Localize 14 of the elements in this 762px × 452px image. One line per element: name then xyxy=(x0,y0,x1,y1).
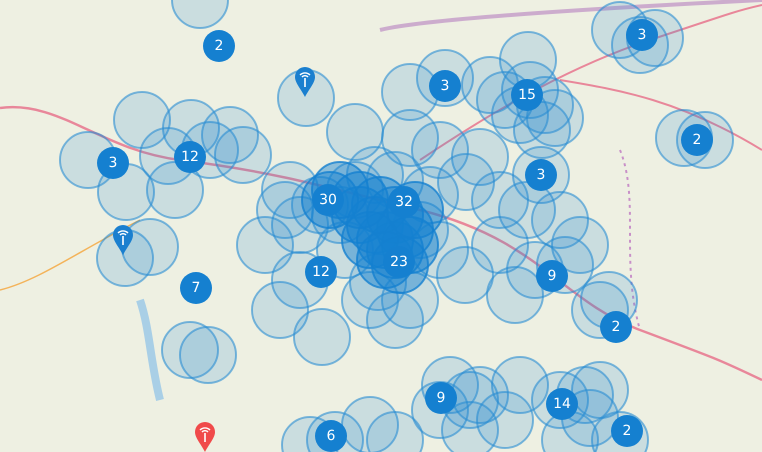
antenna-pin-icon[interactable] xyxy=(113,225,133,255)
coverage-circle xyxy=(491,356,549,414)
antenna-pin-icon[interactable] xyxy=(295,67,315,97)
coverage-circle xyxy=(161,321,219,379)
coverage-circle xyxy=(436,246,494,304)
coverage-circle xyxy=(326,103,384,161)
coverage-circle xyxy=(486,266,544,324)
coverage-circle xyxy=(121,218,179,276)
antenna-pin-icon[interactable] xyxy=(195,422,215,452)
coverage-circle xyxy=(236,216,294,274)
coverage-circle xyxy=(293,308,351,366)
coverage-circle xyxy=(251,281,309,339)
coverage-circle xyxy=(113,91,171,149)
coverage-circle xyxy=(471,216,529,274)
